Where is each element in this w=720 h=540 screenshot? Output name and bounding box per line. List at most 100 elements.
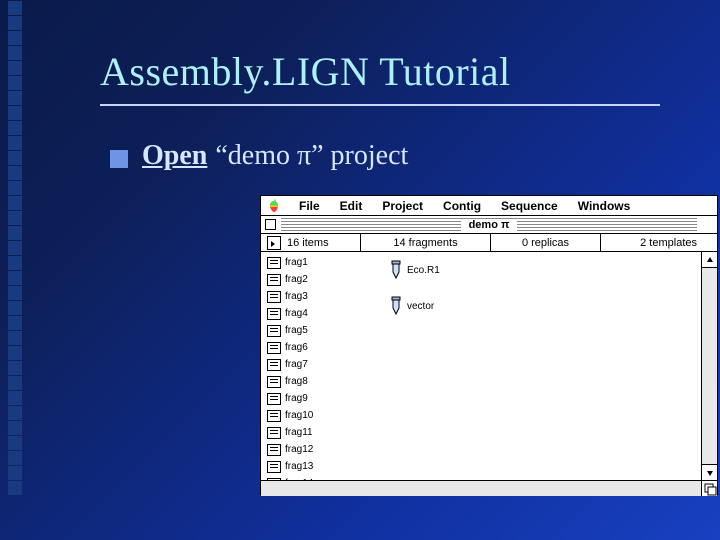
fragment-label: frag11 — [285, 427, 313, 438]
fragment-icon — [267, 444, 281, 456]
fragment-icon — [267, 393, 281, 405]
template-item[interactable]: vector — [391, 292, 551, 320]
menu-edit[interactable]: Edit — [330, 199, 373, 213]
gutter-square — [8, 241, 22, 255]
gutter-square — [8, 271, 22, 285]
gutter-square — [8, 376, 22, 390]
gutter-square — [8, 286, 22, 300]
gutter-square — [8, 346, 22, 360]
gutter-square — [8, 466, 22, 480]
gutter-square — [8, 46, 22, 60]
fragment-item[interactable]: frag5 — [261, 322, 371, 339]
gutter-square — [8, 211, 22, 225]
bullet-square-icon — [110, 150, 128, 168]
fragment-item[interactable]: frag10 — [261, 407, 371, 424]
bullet-open-word: Open — [142, 140, 207, 172]
stats-items: 16 items — [261, 234, 361, 251]
menu-contig[interactable]: Contig — [433, 199, 491, 213]
scroll-down-arrow-icon[interactable] — [702, 464, 717, 480]
vertical-scrollbar[interactable] — [701, 252, 717, 480]
items-count: 16 items — [287, 237, 329, 249]
gutter-square — [8, 406, 22, 420]
tube-icon — [391, 260, 401, 280]
fragment-label: frag8 — [285, 376, 308, 387]
fragments-count: 14 fragments — [393, 237, 457, 249]
gutter-square — [8, 76, 22, 90]
stats-fragments: 14 fragments — [361, 234, 491, 251]
menu-project[interactable]: Project — [372, 199, 433, 213]
fragment-icon — [267, 257, 281, 269]
fragment-label: frag10 — [285, 410, 313, 421]
fragment-label: frag4 — [285, 308, 308, 319]
template-item[interactable]: Eco.R1 — [391, 256, 551, 284]
fragment-item[interactable]: frag4 — [261, 305, 371, 322]
gutter-square — [8, 451, 22, 465]
close-box-icon[interactable] — [265, 219, 276, 230]
template-column: Eco.R1 vector — [371, 252, 551, 496]
gutter-square — [8, 61, 22, 75]
slide-title: Assembly.LIGN Tutorial — [100, 48, 511, 95]
fragment-label: frag7 — [285, 359, 308, 370]
template-label: vector — [407, 301, 434, 312]
fragment-item[interactable]: frag9 — [261, 390, 371, 407]
gutter-square — [8, 181, 22, 195]
bullet-row: Open “demo π” project — [110, 140, 408, 172]
fragment-icon — [267, 461, 281, 473]
gutter-square — [8, 151, 22, 165]
fragment-item[interactable]: frag2 — [261, 271, 371, 288]
scroll-up-arrow-icon[interactable] — [702, 252, 717, 268]
menubar: File Edit Project Contig Sequence Window… — [261, 196, 717, 216]
gutter-square — [8, 391, 22, 405]
gutter-square — [8, 481, 22, 495]
mac-project-window: File Edit Project Contig Sequence Window… — [260, 195, 718, 495]
gutter-square — [8, 121, 22, 135]
fragment-item[interactable]: frag8 — [261, 373, 371, 390]
menu-windows[interactable]: Windows — [568, 199, 641, 213]
fragment-item[interactable]: frag1 — [261, 254, 371, 271]
fragment-icon — [267, 427, 281, 439]
tube-icon — [391, 296, 401, 316]
apple-menu-icon[interactable] — [267, 199, 281, 213]
fragment-icon — [267, 342, 281, 354]
gutter-square — [8, 196, 22, 210]
fragment-item[interactable]: frag6 — [261, 339, 371, 356]
gutter-square — [8, 256, 22, 270]
stats-bar: 16 items 14 fragments 0 replicas 2 templ… — [261, 234, 717, 252]
fragment-label: frag12 — [285, 444, 313, 455]
gutter-square — [8, 436, 22, 450]
template-label: Eco.R1 — [407, 265, 440, 276]
fragment-label: frag3 — [285, 291, 308, 302]
replicas-count: 0 replicas — [522, 237, 569, 249]
bullet-project-name: “demo π” project — [215, 140, 408, 172]
fragment-icon — [267, 291, 281, 303]
fragment-icon — [267, 274, 281, 286]
gutter-square — [8, 226, 22, 240]
gutter-square — [8, 91, 22, 105]
fragment-icon — [267, 359, 281, 371]
gutter-square — [8, 316, 22, 330]
title-underline — [100, 104, 660, 106]
fragment-item[interactable]: frag3 — [261, 288, 371, 305]
window-title: demo π — [461, 219, 518, 231]
fragment-item[interactable]: frag11 — [261, 424, 371, 441]
view-mode-icon[interactable] — [267, 236, 281, 250]
gutter-square — [8, 331, 22, 345]
stats-templates: 2 templates — [601, 234, 717, 251]
fragment-icon — [267, 376, 281, 388]
gutter-square — [8, 166, 22, 180]
menu-file[interactable]: File — [289, 199, 330, 213]
horizontal-scrollbar[interactable] — [261, 480, 701, 496]
window-titlebar[interactable]: demo π — [261, 216, 717, 234]
menu-sequence[interactable]: Sequence — [491, 199, 568, 213]
resize-grow-box-icon[interactable] — [701, 480, 717, 496]
gutter-square — [8, 106, 22, 120]
fragment-list: frag1frag2 frag3 frag4 frag5 frag6 frag7 frag8… — [261, 252, 371, 496]
fragment-icon — [267, 325, 281, 337]
fragment-label: frag6 — [285, 342, 308, 353]
gutter-square — [8, 31, 22, 45]
slide-side-gutter — [0, 0, 30, 540]
fragment-item[interactable]: frag7 — [261, 356, 371, 373]
fragment-item[interactable]: frag13 — [261, 458, 371, 475]
fragment-item[interactable]: frag12 — [261, 441, 371, 458]
gutter-square — [8, 1, 22, 15]
